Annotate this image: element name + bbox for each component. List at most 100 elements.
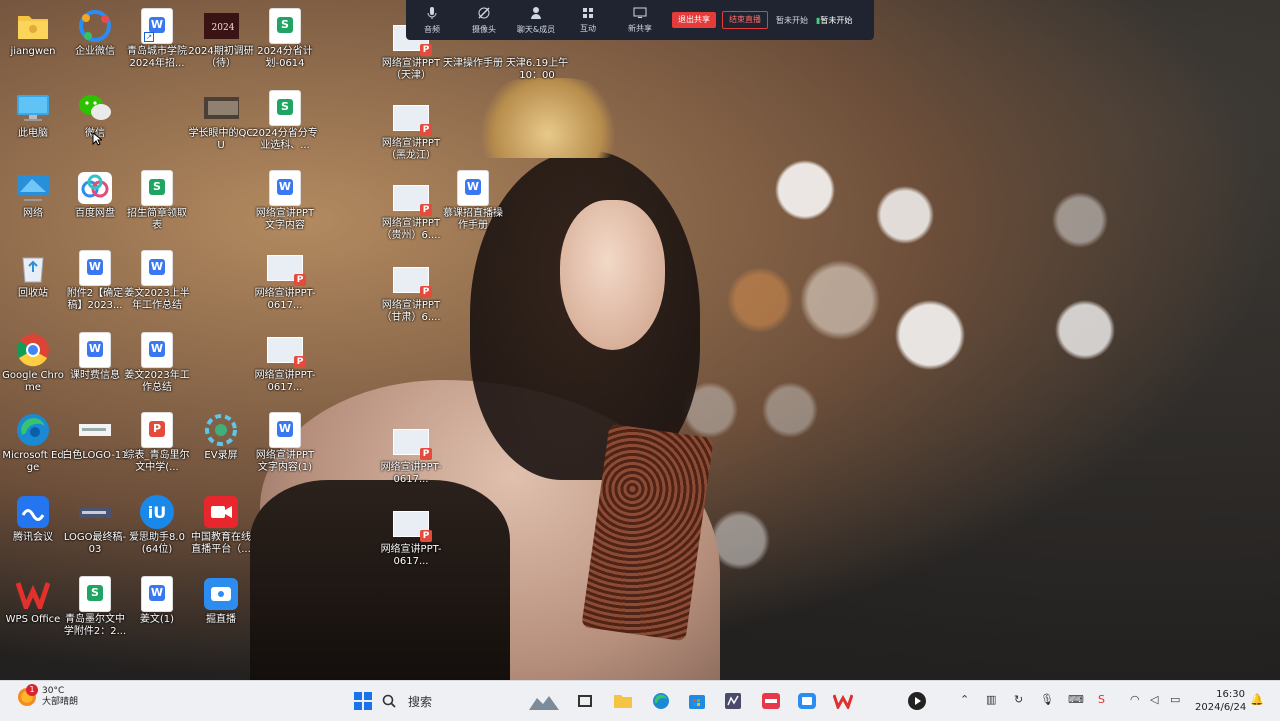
desktop-icon-qcu-2024-recruit[interactable]: W ↗ 青岛城市学院2024年招... xyxy=(124,8,190,78)
live-status[interactable]: ▮暂未开始 xyxy=(816,15,852,26)
word-doc-icon: W ↗ xyxy=(139,8,175,44)
taskbar-red-app[interactable] xyxy=(760,691,782,711)
desktop-icon-live-app[interactable]: 掘直播 xyxy=(188,576,254,646)
desktop-icon-2024-subjects[interactable]: S 2024分省分专业选科、... xyxy=(252,90,318,160)
mouse-cursor-icon xyxy=(92,132,102,146)
wifi-icon[interactable]: ◠ xyxy=(1130,693,1140,706)
desktop-icon-recycle-bin[interactable]: 回收站 xyxy=(0,250,66,320)
desktop-icon-baidu-netdisk[interactable]: 百度网盘 xyxy=(62,170,128,240)
search-icon xyxy=(382,694,396,708)
desktop-icon-microsoft-edge[interactable]: Microsoft Edge xyxy=(0,412,66,482)
desktop-icon-jiangwen[interactable]: jiangwen xyxy=(0,8,66,78)
desktop-icon-jiangwen-1[interactable]: W 姜文(1) xyxy=(124,576,190,646)
desktop-icon-this-pc[interactable]: 此电脑 xyxy=(0,90,66,160)
desktop-icon-ev-recorder[interactable]: EV录屏 xyxy=(188,412,254,482)
desktop-icon-ppt-text-1[interactable]: W 网络宣讲PPT文字内容(1) xyxy=(252,412,318,482)
desktop-icon-mooc-live-manual[interactable]: W 慕课招直播操作手册 xyxy=(440,170,506,240)
wps-icon xyxy=(15,576,51,612)
search-placeholder: 搜索 xyxy=(408,694,433,709)
start-button[interactable] xyxy=(352,691,374,711)
folder-icon xyxy=(614,695,632,708)
word-doc-icon: W xyxy=(77,332,113,368)
interact-button[interactable]: 互动 xyxy=(562,7,614,34)
desktop-icon-wecom[interactable]: 企业微信 xyxy=(62,8,128,78)
ppt-thumbnail-icon xyxy=(267,332,306,368)
desktop-icon-google-chrome[interactable]: Google Chrome xyxy=(0,332,66,402)
taskbar-media-player[interactable] xyxy=(906,691,928,711)
desktop-icon-logo-final[interactable]: LOGO最终稿-03 xyxy=(62,494,128,564)
desktop-icon-attachment2[interactable]: W 附件2【确定稿】2023... xyxy=(62,250,128,320)
taskbar: 1 30°C 大部晴朗 搜索 ⌃ ▥ ↻ 🎙 ⌨ S ◠ ◁ ▭ 16:30 2… xyxy=(0,680,1280,721)
taskbar-clock[interactable]: 16:30 2024/6/24 xyxy=(1195,688,1247,714)
tray-overflow-chevron-icon[interactable]: ⌃ xyxy=(960,693,969,706)
taskbar-wps[interactable] xyxy=(832,691,854,711)
stop-live-button[interactable]: 结束直播 xyxy=(722,11,768,29)
desktop-icon-wechat[interactable]: 微信 xyxy=(62,90,128,160)
tray-sync-icon[interactable]: ↻ xyxy=(1014,693,1023,706)
taskbar-meeting-app[interactable] xyxy=(796,691,818,711)
tray-wps-icon[interactable]: S xyxy=(1098,693,1105,706)
desktop-icon-class-fee-info[interactable]: W 课时费信息 xyxy=(62,332,128,402)
camera-button[interactable]: 摄像头 xyxy=(458,6,510,35)
weather-desc: 大部晴朗 xyxy=(42,697,79,707)
desktop-icon-ppt-0617-c[interactable]: 网络宣讲PPT-0617... xyxy=(378,424,444,494)
word-doc-icon: W xyxy=(77,250,113,286)
tray-keyboard-icon[interactable]: ⌨ xyxy=(1068,693,1084,706)
store-icon xyxy=(689,695,705,709)
desktop-icon-qingdao-malvern-attachment[interactable]: S 青岛墨尔文中学附件2：2... xyxy=(62,576,128,646)
taskbar-search[interactable]: 搜索 xyxy=(382,690,512,712)
taskbar-widget-landscape[interactable] xyxy=(528,691,560,711)
desktop-icon-eol-live[interactable]: 中国教育在线直播平台（... xyxy=(188,494,254,564)
desktop-icon-ppt-heilongjiang[interactable]: 网络宣讲PPT（黑龙江） xyxy=(378,100,444,170)
desktop-icon-jiangwen-2023-h1[interactable]: W 姜文2023上半年工作总结 xyxy=(124,250,190,320)
taskbar-store[interactable] xyxy=(686,691,708,711)
desktop-icon-tencent-meeting[interactable]: 腾讯会议 xyxy=(0,494,66,564)
taskbar-file-explorer[interactable] xyxy=(612,691,634,711)
notification-bell-icon[interactable]: 🔔 xyxy=(1250,693,1264,706)
pause-status[interactable]: 暂未开始 xyxy=(776,15,808,26)
word-doc-icon: W xyxy=(139,576,175,612)
desktop-icon-2024-survey[interactable]: 2024 2024期初调研（待） xyxy=(188,8,254,78)
ppt-thumbnail-icon xyxy=(393,100,432,136)
weather-widget[interactable]: 1 30°C 大部晴朗 xyxy=(18,684,79,708)
wallpaper-figure-face xyxy=(560,200,665,350)
desktop-icon-white-logo[interactable]: 白色LOGO-11 xyxy=(62,412,128,482)
volume-icon[interactable]: ◁ xyxy=(1150,693,1158,706)
battery-icon[interactable]: ▭ xyxy=(1170,693,1180,706)
desktop-icon-2024-plan[interactable]: S 2024分省计划-0614 xyxy=(252,8,318,78)
desktop-icon-enrollment-form[interactable]: S 招生简章领取表 xyxy=(124,170,190,240)
desktop-icon-ppt-guizhou[interactable]: 网络宣讲PPT（贵州）6.... xyxy=(378,180,444,250)
task-view-icon xyxy=(578,695,592,707)
svg-text:iU: iU xyxy=(148,503,166,522)
grid-icon xyxy=(562,7,614,23)
desktop-icon-wps-office[interactable]: WPS Office xyxy=(0,576,66,646)
desktop-icon-ppt-0617-b[interactable]: 网络宣讲PPT-0617... xyxy=(252,332,318,402)
clock-date: 2024/6/24 xyxy=(1195,702,1247,713)
sheet-doc-icon: S xyxy=(267,8,303,44)
desktop-icon-ppt-text[interactable]: W 网络宣讲PPT文字内容 xyxy=(252,170,318,240)
end-share-button[interactable]: 退出共享 xyxy=(672,12,716,28)
taskbar-chart-app[interactable] xyxy=(722,691,744,711)
sheet-doc-icon: S xyxy=(267,90,303,126)
desktop-icon-jiangwen-2023-summary[interactable]: W 姜文2023年工作总结 xyxy=(124,332,190,402)
sheet-doc-icon: S xyxy=(77,576,113,612)
desktop-icon-i4-assistant[interactable]: iU 爱思助手8.0(64位) xyxy=(124,494,190,564)
ppt-thumbnail-icon xyxy=(393,262,432,298)
desktop-icon-ppt-0617-d[interactable]: 网络宣讲PPT-0617... xyxy=(378,506,444,576)
tray-chart-icon[interactable]: ▥ xyxy=(986,693,996,706)
tray-microphone-icon[interactable]: 🎙 xyxy=(1040,693,1054,706)
desktop-icon-malvern-pdf[interactable]: P 综表_青岛里尔文中学(... xyxy=(124,412,190,482)
meeting-toolbar: 音频 摄像头 聊天&成员 互动 新共享 退出共享 结束直播 暂未开始 ▮暂未开始 xyxy=(406,0,874,40)
desktop-icon-ppt-gansu[interactable]: 网络宣讲PPT（甘肃）6.... xyxy=(378,262,444,332)
desktop-icon-qcu-video[interactable]: 学长眼中的QCU xyxy=(188,90,254,160)
new-share-button[interactable]: 新共享 xyxy=(614,7,666,34)
taskbar-task-view[interactable] xyxy=(574,691,596,711)
desktop-icon-ppt-0617-a[interactable]: 网络宣讲PPT-0617... xyxy=(252,250,318,320)
sheet-doc-icon: S xyxy=(139,170,175,206)
audio-button[interactable]: 音频 xyxy=(406,6,458,35)
chat-members-button[interactable]: 聊天&成员 xyxy=(510,6,562,35)
ppt-thumbnail-icon xyxy=(393,506,432,542)
taskbar-edge[interactable] xyxy=(650,691,672,711)
wps-icon xyxy=(833,694,853,709)
desktop-icon-network[interactable]: 网络 xyxy=(0,170,66,240)
